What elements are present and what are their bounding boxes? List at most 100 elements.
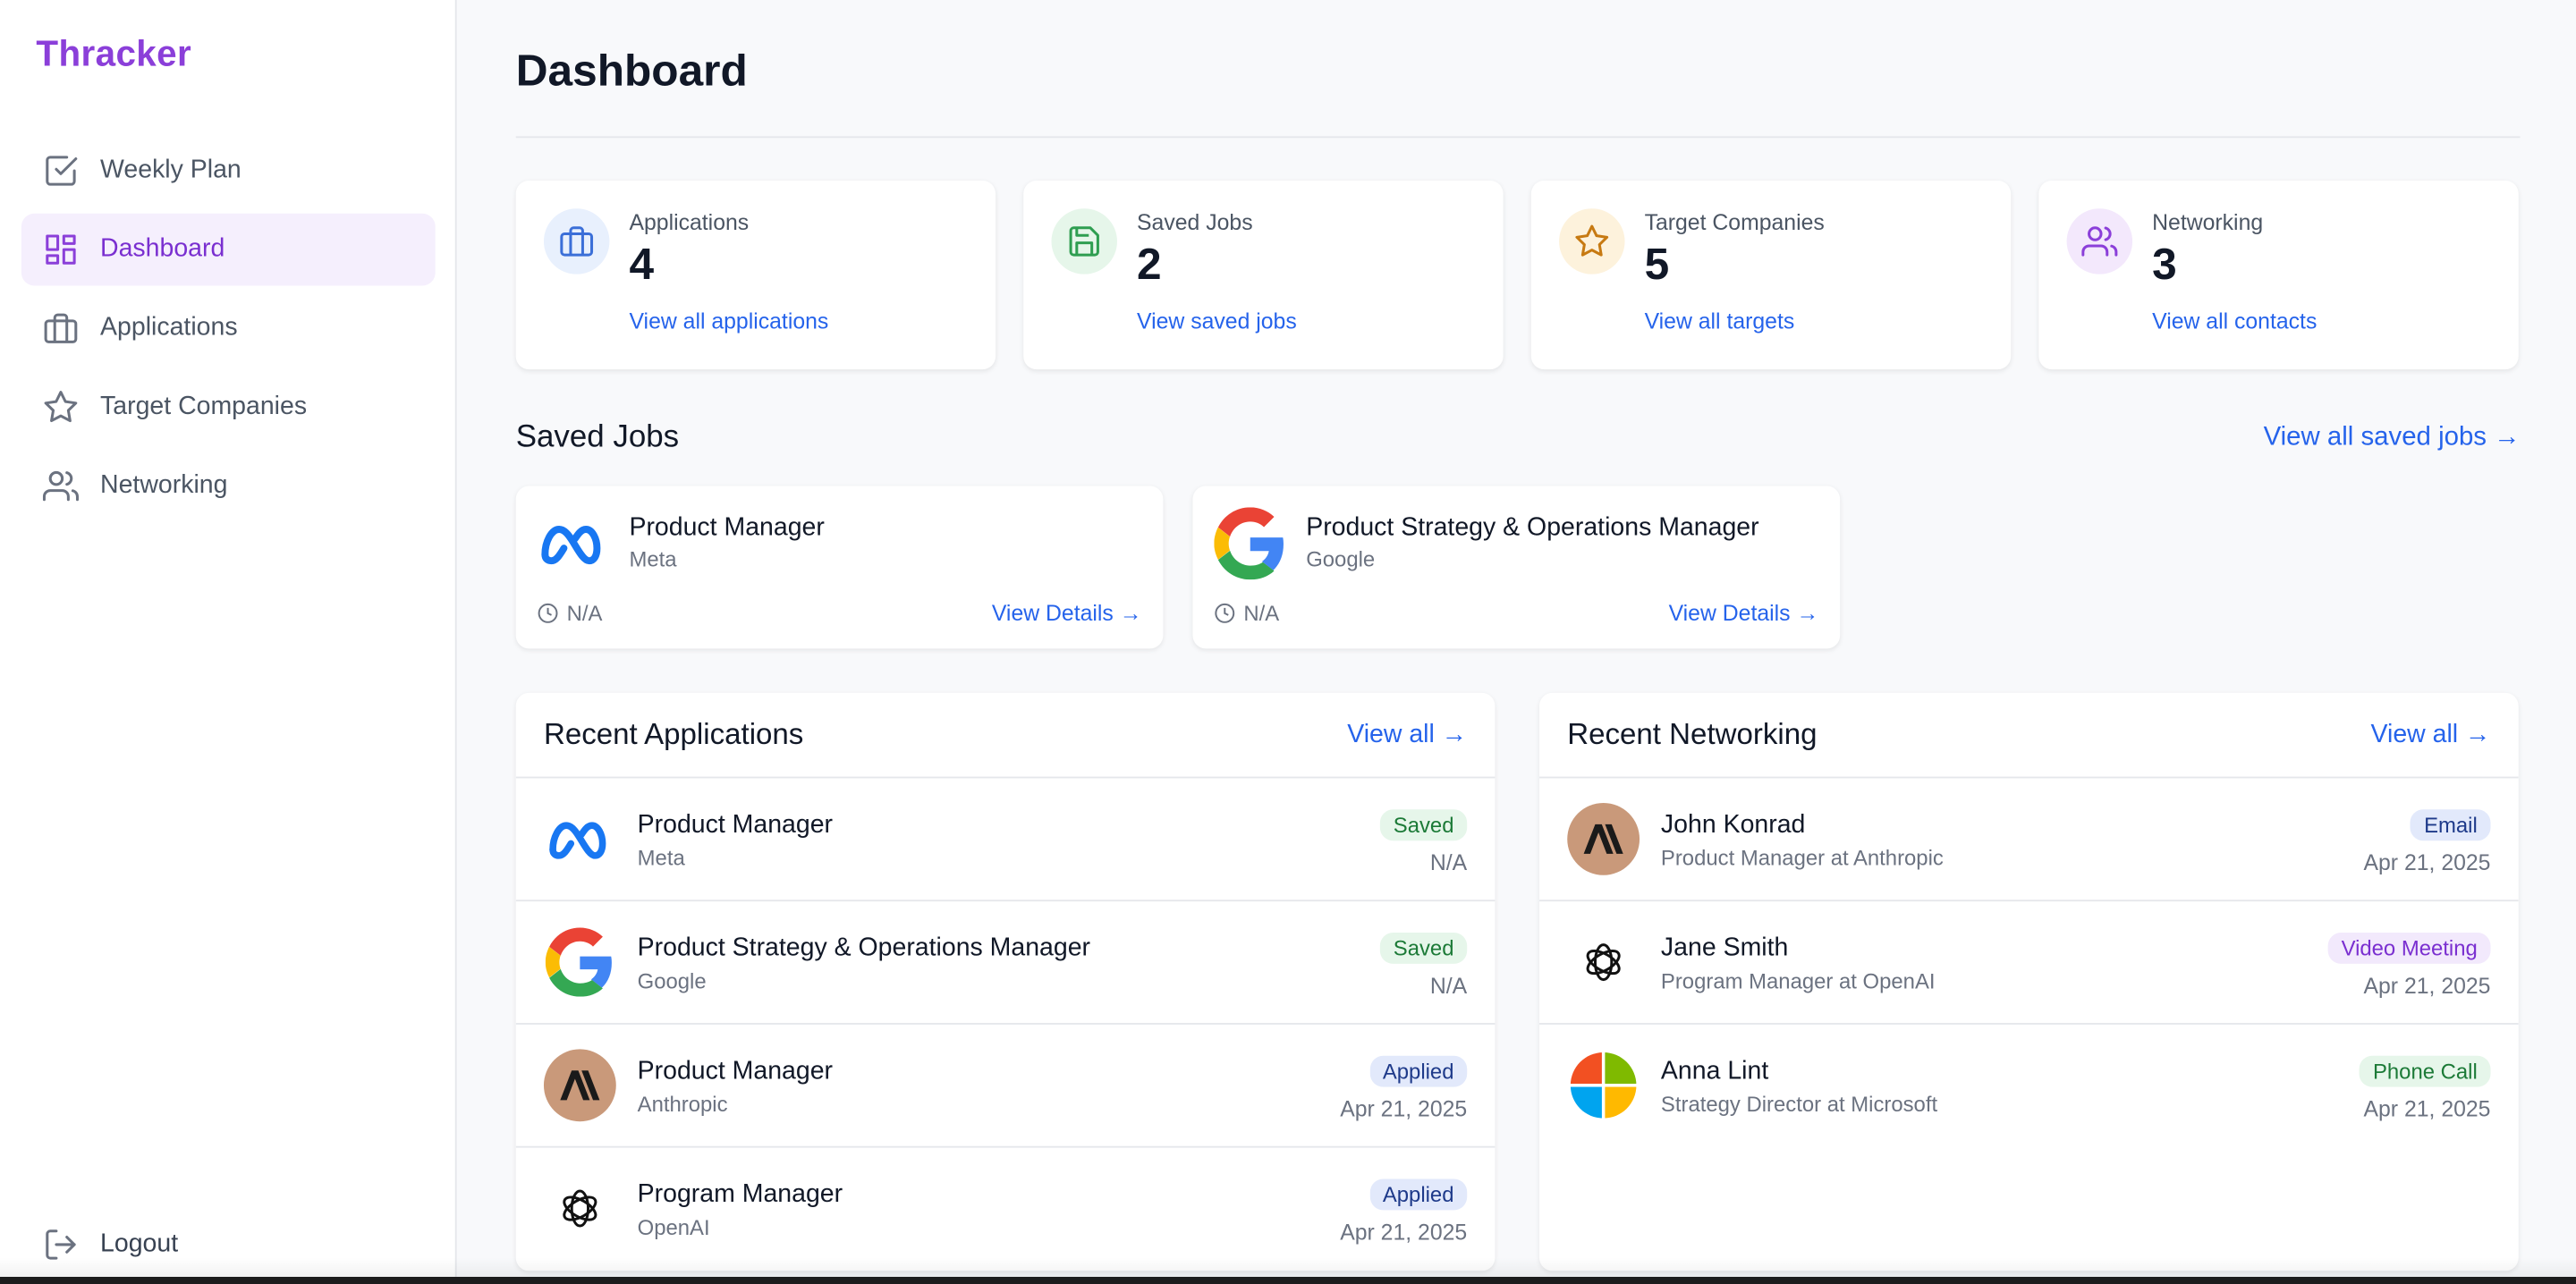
page-title: Dashboard <box>515 46 748 96</box>
stat-value: 2 <box>1137 240 1162 290</box>
contact-date: Apr 21, 2025 <box>2363 850 2491 875</box>
google-logo-icon <box>1213 506 1288 581</box>
meta-logo-icon <box>544 803 616 875</box>
application-company: OpenAI <box>637 1214 710 1240</box>
contact-type-badge: Video Meeting <box>2327 933 2491 964</box>
grid-icon <box>43 232 79 267</box>
application-date: Apr 21, 2025 <box>1340 1220 1468 1245</box>
application-company: Meta <box>637 845 685 871</box>
stat-value: 3 <box>2152 240 2177 290</box>
application-row[interactable]: Product Strategy & Operations Manager Go… <box>515 901 1496 1025</box>
contact-role: Program Manager at OpenAI <box>1660 968 1936 993</box>
job-meta: N/A <box>1214 601 1279 626</box>
meta-logo-icon <box>536 506 611 581</box>
stat-label: Target Companies <box>1644 210 1825 235</box>
job-meta-text: N/A <box>566 601 603 626</box>
sidebar-item-dashboard[interactable]: Dashboard <box>21 213 436 286</box>
job-title: Product Strategy & Operations Manager <box>1306 513 1759 542</box>
panel-title: Recent Networking <box>1567 717 1818 751</box>
view-all-targets-link[interactable]: View all targets <box>1645 308 1795 334</box>
panel-header: Recent Networking View all → <box>1539 693 2519 779</box>
saved-jobs-heading: Saved Jobs <box>515 420 680 455</box>
view-details-link[interactable]: View Details → <box>1669 601 1819 626</box>
sidebar-item-label: Applications <box>100 313 238 342</box>
star-icon <box>1559 208 1625 275</box>
application-row[interactable]: Product Manager Meta Saved N/A <box>515 778 1496 902</box>
recent-applications-panel: Recent Applications View all → Product M… <box>515 692 1496 1271</box>
application-title: Product Strategy & Operations Manager <box>637 933 1091 963</box>
stats-row: Applications 4 View all applications Sav… <box>515 180 2521 370</box>
application-date: N/A <box>1429 973 1468 999</box>
contact-name: Anna Lint <box>1660 1057 1769 1085</box>
contact-type-badge: Phone Call <box>2360 1055 2491 1087</box>
status-badge: Applied <box>1369 1055 1468 1087</box>
application-date: N/A <box>1429 850 1468 875</box>
job-company: Meta <box>629 546 677 572</box>
view-all-networking-link[interactable]: View all → <box>2371 721 2491 750</box>
contact-row[interactable]: Jane Smith Program Manager at OpenAI Vid… <box>1539 901 2519 1025</box>
sidebar-item-label: Weekly Plan <box>100 156 242 184</box>
microsoft-logo-icon <box>1567 1049 1640 1121</box>
clock-icon <box>1215 603 1235 623</box>
sidebar-item-target-companies[interactable]: Target Companies <box>21 371 436 443</box>
view-saved-jobs-link[interactable]: View saved jobs <box>1137 308 1297 334</box>
sidebar-nav: Weekly Plan Dashboard Applications Targe… <box>21 135 436 529</box>
contact-name: John Konrad <box>1660 811 1806 840</box>
stat-card-applications: Applications 4 View all applications <box>515 180 996 370</box>
saved-job-card[interactable]: Product Strategy & Operations Manager Go… <box>1192 486 1841 649</box>
sidebar: Thracker Weekly Plan Dashboard Applicati… <box>0 0 457 1284</box>
users-icon <box>42 468 79 503</box>
view-all-contacts-link[interactable]: View all contacts <box>2152 308 2317 334</box>
view-all-applications-link[interactable]: View all → <box>1347 721 1467 750</box>
stat-label: Saved Jobs <box>1137 210 1253 235</box>
application-row[interactable]: Program Manager OpenAI Applied Apr 21, 2… <box>516 1148 1496 1271</box>
saved-job-card[interactable]: Product Manager Meta N/A View Details → <box>515 486 1164 649</box>
application-title: Program Manager <box>637 1180 843 1209</box>
stat-card-saved-jobs: Saved Jobs 2 View saved jobs <box>1023 180 1504 370</box>
contact-role: Strategy Director at Microsoft <box>1660 1092 1938 1117</box>
stat-value: 4 <box>629 240 655 290</box>
application-company: Google <box>637 968 707 993</box>
application-date: Apr 21, 2025 <box>1340 1096 1468 1122</box>
sidebar-item-applications[interactable]: Applications <box>21 292 436 365</box>
anthropic-logo-icon <box>543 1049 616 1122</box>
window-bottom-edge <box>0 1277 2576 1284</box>
stat-card-target-companies: Target Companies 5 View all targets <box>1530 180 2012 370</box>
openai-logo-icon <box>1567 926 1640 999</box>
application-title: Product Manager <box>637 1057 834 1085</box>
contact-date: Apr 21, 2025 <box>2363 1096 2491 1122</box>
panel-header: Recent Applications View all → <box>515 693 1496 779</box>
view-all-applications-link[interactable]: View all applications <box>629 308 828 334</box>
sidebar-item-label: Networking <box>100 471 228 500</box>
contact-row[interactable]: John Konrad Product Manager at Anthropic… <box>1539 778 2519 902</box>
google-logo-icon <box>544 926 616 999</box>
application-title: Product Manager <box>637 811 834 840</box>
job-meta: N/A <box>538 601 603 626</box>
view-all-saved-jobs-link[interactable]: View all saved jobs → <box>2264 424 2521 453</box>
sidebar-item-weekly-plan[interactable]: Weekly Plan <box>21 135 436 207</box>
stat-label: Applications <box>629 210 750 235</box>
checkbox-icon <box>43 153 79 189</box>
sidebar-item-label: Target Companies <box>100 392 308 421</box>
view-details-link[interactable]: View Details → <box>992 601 1142 626</box>
application-row[interactable]: Product Manager Anthropic Applied Apr 21… <box>515 1025 1496 1148</box>
status-badge: Applied <box>1369 1178 1468 1211</box>
job-company: Google <box>1306 546 1376 572</box>
contact-role: Product Manager at Anthropic <box>1660 845 1944 871</box>
logout-label: Logout <box>100 1229 179 1258</box>
clock-icon <box>538 603 558 623</box>
status-badge: Saved <box>1380 933 1468 964</box>
sidebar-item-networking[interactable]: Networking <box>21 450 436 522</box>
divider <box>515 136 2521 139</box>
openai-logo-icon <box>544 1172 616 1245</box>
contact-row[interactable]: Anna Lint Strategy Director at Microsoft… <box>1539 1025 2519 1148</box>
stat-value: 5 <box>1644 240 1670 290</box>
star-icon <box>43 389 79 425</box>
anthropic-logo-icon <box>1567 802 1640 875</box>
stat-label: Networking <box>2152 210 2264 235</box>
stat-card-networking: Networking 3 View all contacts <box>2038 180 2519 370</box>
brand-logo[interactable]: Thracker <box>36 33 191 76</box>
briefcase-icon <box>43 310 79 346</box>
job-meta-text: N/A <box>1243 601 1280 626</box>
contact-name: Jane Smith <box>1660 933 1789 963</box>
